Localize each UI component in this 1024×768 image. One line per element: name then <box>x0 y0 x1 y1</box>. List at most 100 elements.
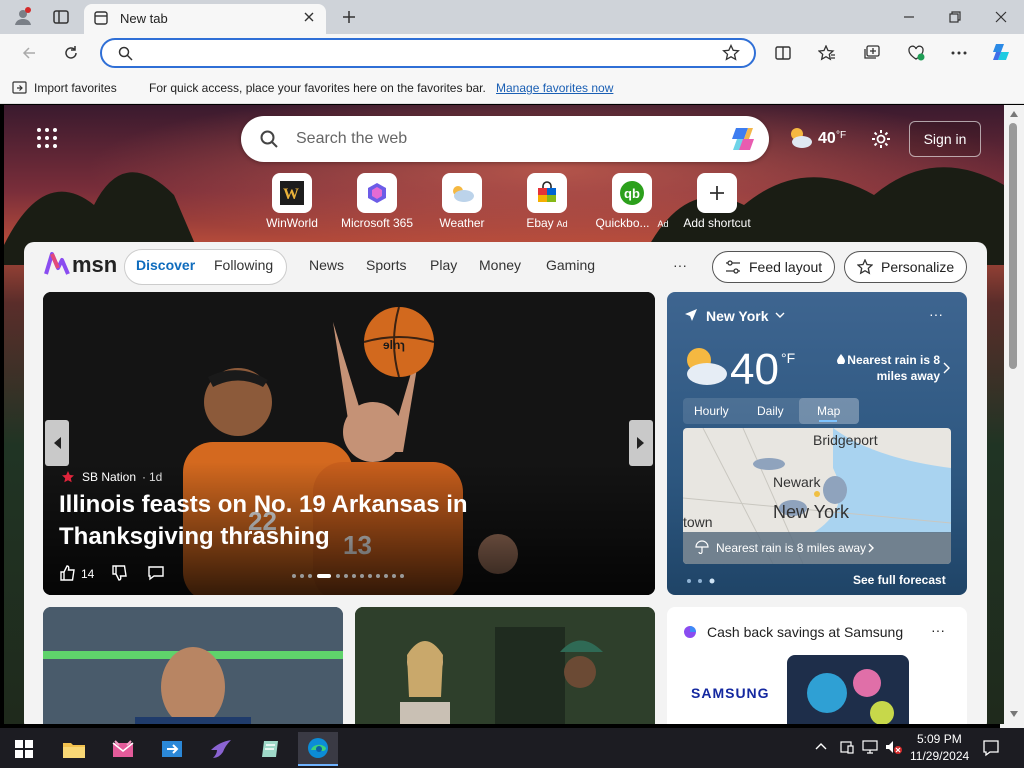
carousel-next-button[interactable] <box>629 420 653 466</box>
search-input[interactable]: Search the web <box>296 130 407 148</box>
comment-icon[interactable] <box>147 564 165 582</box>
rain-chevron-right-icon[interactable] <box>943 362 951 374</box>
remote-app-icon[interactable] <box>152 732 192 766</box>
back-icon[interactable] <box>14 39 44 67</box>
new-tab-plus-icon[interactable] <box>334 3 364 31</box>
promo-card[interactable]: Cash back savings at Samsung ··· SAMSUNG <box>667 607 967 724</box>
browser-essentials-icon[interactable] <box>901 39 931 67</box>
promo-title[interactable]: Cash back savings at Samsung <box>707 624 903 640</box>
scrollbar-thumb[interactable] <box>1009 123 1017 369</box>
network-vpn-icon[interactable] <box>839 739 855 755</box>
web-search-box[interactable]: Search the web <box>241 116 769 162</box>
ad-badge: Ad <box>556 219 568 229</box>
nav-money[interactable]: Money <box>479 257 521 273</box>
tab-discover[interactable]: Discover <box>136 257 195 273</box>
promo-more-button[interactable]: ··· <box>931 622 945 638</box>
bird-app-icon[interactable] <box>201 732 241 766</box>
like-icon[interactable] <box>59 564 77 582</box>
minimize-icon[interactable] <box>894 3 924 31</box>
news-card-2[interactable] <box>355 607 655 724</box>
shortcut-winworld[interactable]: W WinWorld <box>247 173 337 230</box>
news-card-1[interactable] <box>43 607 343 724</box>
split-screen-icon[interactable] <box>768 39 798 67</box>
ebay-bag-icon <box>527 173 567 213</box>
map-rain-chevron-icon[interactable] <box>868 543 876 553</box>
dislike-icon[interactable] <box>111 564 129 582</box>
clock-date[interactable]: 11/29/2024 <box>910 749 969 763</box>
close-window-icon[interactable] <box>986 3 1016 31</box>
apps-launcher-icon[interactable] <box>36 127 58 149</box>
clock-time[interactable]: 5:09 PM <box>917 732 962 746</box>
weather-location[interactable]: New York <box>706 308 769 324</box>
rain-drop-icon <box>837 354 845 364</box>
map-rain-note[interactable]: Nearest rain is 8 miles away <box>716 541 866 555</box>
hero-source[interactable]: SB Nation <box>82 470 136 484</box>
start-windows-icon[interactable] <box>4 732 44 766</box>
carousel-prev-button[interactable] <box>45 420 69 466</box>
restore-icon[interactable] <box>940 3 970 31</box>
manage-favorites-link[interactable]: Manage favorites now <box>496 81 613 95</box>
more-options-icon[interactable] <box>944 39 974 67</box>
shortcut-quickbooks[interactable]: qb Quickbo... Ad <box>587 173 677 230</box>
chevron-left-icon <box>54 437 61 449</box>
quickbooks-icon: qb <box>612 173 652 213</box>
ntp-weather-temp[interactable]: 40 <box>818 130 836 148</box>
file-explorer-icon[interactable] <box>54 732 94 766</box>
tab-following[interactable]: Following <box>214 257 273 273</box>
shortcut-weather[interactable]: Weather <box>417 173 507 230</box>
nav-news[interactable]: News <box>309 257 344 273</box>
display-network-icon[interactable] <box>862 739 880 755</box>
page-scrollbar[interactable] <box>1004 105 1024 724</box>
collections-icon[interactable] <box>857 39 887 67</box>
location-dropdown-chevron-icon[interactable] <box>775 312 785 320</box>
weather-tab-map[interactable]: Map <box>817 404 840 418</box>
map-label-newark: Newark <box>773 474 821 490</box>
msn-brand[interactable]: msn <box>72 252 117 278</box>
import-favorites-button[interactable]: Import favorites <box>34 81 117 95</box>
carousel-indicator[interactable] <box>291 573 407 579</box>
nav-gaming[interactable]: Gaming <box>546 257 595 273</box>
add-shortcut-button[interactable]: Add shortcut <box>672 173 762 230</box>
shortcut-microsoft-365[interactable]: Microsoft 365 <box>332 173 422 230</box>
volume-muted-icon[interactable] <box>884 739 902 755</box>
copilot-icon[interactable] <box>986 38 1016 66</box>
nearest-rain-note[interactable]: Nearest rain is 8 miles away <box>845 352 940 384</box>
settings-gear-icon[interactable] <box>870 128 892 150</box>
feed-layout-button[interactable]: Feed layout <box>712 251 836 283</box>
like-count: 14 <box>81 567 95 581</box>
weather-card[interactable]: New York ··· 40 °F Nearest rain is 8 mil… <box>667 292 967 595</box>
nav-play[interactable]: Play <box>430 257 457 273</box>
favorites-icon[interactable] <box>812 39 842 67</box>
notifications-icon[interactable] <box>982 739 1000 757</box>
weather-more-button[interactable]: ··· <box>929 306 943 322</box>
weather-tab-hourly[interactable]: Hourly <box>694 404 729 418</box>
hero-story-card[interactable]: ɘlnɿ 22 13 SB Nation · 1d Illinois feast… <box>43 292 655 595</box>
microsoft-365-icon <box>357 173 397 213</box>
scroll-up-arrow-icon[interactable] <box>1010 111 1018 117</box>
nav-more-button[interactable]: ··· <box>673 257 687 273</box>
address-bar[interactable] <box>100 38 756 68</box>
refresh-icon[interactable] <box>56 39 86 67</box>
weather-map[interactable]: Bridgeport Newark New York town Nearest … <box>683 428 951 564</box>
notes-app-icon[interactable] <box>250 732 290 766</box>
add-favorite-star-icon[interactable] <box>722 44 740 62</box>
nav-sports[interactable]: Sports <box>366 257 406 273</box>
tab-new-tab[interactable]: New tab <box>84 4 326 34</box>
copilot-search-icon[interactable] <box>728 124 758 154</box>
profile-icon[interactable] <box>8 3 38 31</box>
show-hidden-icons-chevron[interactable] <box>815 742 827 750</box>
scroll-down-arrow-icon[interactable] <box>1010 711 1018 717</box>
shortcut-ebay[interactable]: Ebay Ad <box>502 173 592 230</box>
weather-tab-daily[interactable]: Daily <box>757 404 784 418</box>
msn-logo-icon[interactable] <box>44 252 70 276</box>
edge-app-icon[interactable] <box>298 732 338 766</box>
hero-headline[interactable]: Illinois feasts on No. 19 Arkansas in Th… <box>59 489 619 553</box>
see-full-forecast-link[interactable]: See full forecast <box>853 573 946 587</box>
weather-cloud-sun-icon[interactable] <box>786 125 814 151</box>
vertical-tabs-icon[interactable] <box>46 3 76 31</box>
sign-in-button[interactable]: Sign in <box>909 121 981 157</box>
personalize-button[interactable]: Personalize <box>844 251 968 283</box>
mail-app-icon[interactable] <box>103 732 143 766</box>
close-tab-icon[interactable] <box>302 10 316 24</box>
weather-page-dots[interactable] <box>686 578 716 584</box>
